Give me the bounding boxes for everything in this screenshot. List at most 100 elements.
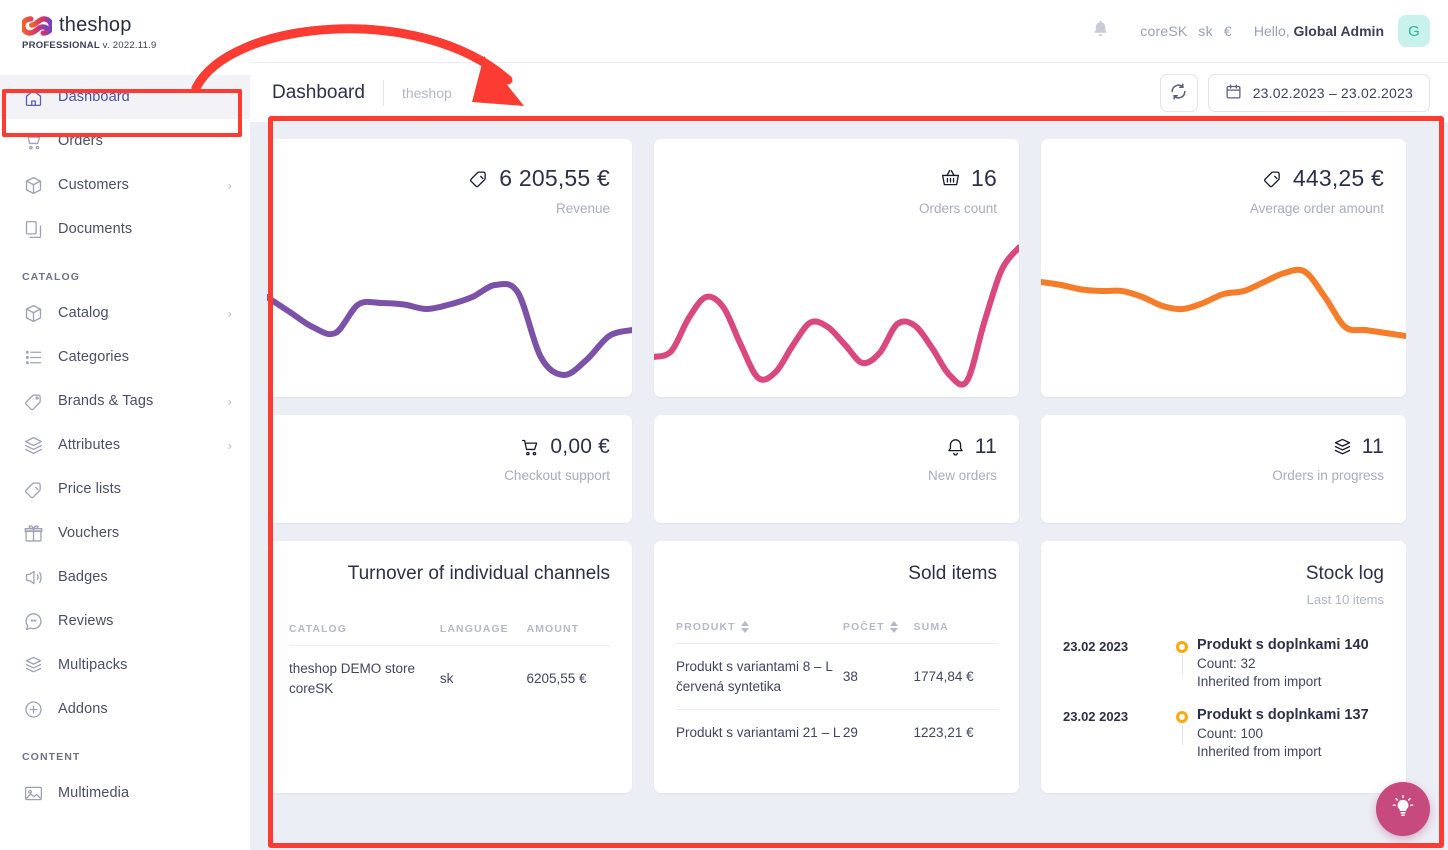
sidebar-item-badges[interactable]: Badges — [0, 555, 250, 599]
stock-log-panel: Stock log Last 10 items 23.02 2023 Produkt … — [1041, 541, 1406, 793]
sidebar-item-label: Multipacks — [58, 657, 128, 673]
app-root: theshop PROFESSIONAL v. 2022.11.9 Dashbo… — [0, 0, 1448, 850]
kpi-label: Orders count — [918, 201, 997, 216]
column-header[interactable]: SUMA — [914, 621, 997, 644]
kpi-card[interactable]: 6 205,55 € Revenue — [267, 139, 632, 397]
sidebar-item-catalog[interactable]: Catalog › — [0, 291, 250, 335]
kpi-value: 0,00 € — [550, 435, 610, 458]
sidebar-item-categories[interactable]: Categories — [0, 335, 250, 379]
sort-icon[interactable] — [889, 621, 898, 634]
kpi-card-small[interactable]: 11 Orders in progress — [1041, 415, 1406, 523]
basket-icon — [940, 168, 961, 189]
column-header[interactable]: CATALOG — [289, 623, 440, 646]
kpi-card[interactable]: 16 Orders count — [654, 139, 1019, 397]
page-title: Dashboard — [272, 81, 365, 103]
help-tips-button[interactable] — [1376, 782, 1430, 836]
table-cell: 1774,84 € — [913, 643, 997, 710]
kpi-label: Checkout support — [504, 468, 610, 483]
chevron-right-icon: › — [227, 437, 232, 453]
table-cell: theshop DEMO store coreSK — [289, 645, 440, 712]
multipack-icon — [22, 654, 44, 676]
kpi-content: 11 New orders — [654, 415, 1019, 483]
media-icon — [22, 782, 44, 804]
kpi-value-row: 443,25 € — [1063, 165, 1384, 192]
greeting-prefix: Hello, — [1253, 23, 1290, 39]
stock-log-entry[interactable]: 23.02 2023 Produkt s doplnkami 137 Count: … — [1063, 707, 1384, 759]
panel-title: Sold items — [908, 563, 997, 584]
sidebar-item-reviews[interactable]: Reviews — [0, 599, 250, 643]
sidebar-item-addons[interactable]: Addons — [0, 687, 250, 731]
sidebar-item-label: Price lists — [58, 481, 122, 497]
cart-icon — [22, 130, 44, 152]
column-header[interactable]: LANGUAGE — [440, 623, 527, 646]
kpi-value-row: 16 — [676, 165, 997, 192]
column-header-label: SUMA — [913, 621, 949, 634]
brand-logo[interactable]: theshop PROFESSIONAL v. 2022.11.9 — [0, 0, 250, 51]
sidebar-item-label: Documents — [58, 221, 133, 237]
sort-icon[interactable] — [740, 621, 749, 634]
main-area: coreSK sk € Hello, Global Admin G Dashbo… — [250, 0, 1448, 850]
stock-log-entry[interactable]: 23.02 2023 Produkt s doplnkami 140 Count: … — [1063, 637, 1384, 689]
stock-log-date: 23.02 2023 — [1063, 709, 1129, 724]
kpi-label: Orders in progress — [1272, 468, 1384, 483]
page-header: Dashboard theshop 23.02.2023 – 23.02.202… — [250, 62, 1448, 122]
stock-log-count: Count: 32 — [1197, 656, 1256, 671]
kpi-content: 6 205,55 € Revenue — [267, 139, 632, 216]
panel-header: Stock log Last 10 items — [1041, 541, 1406, 607]
column-header[interactable]: POČET — [843, 621, 914, 644]
chevron-right-icon: › — [227, 305, 232, 321]
kpi-content: 11 Orders in progress — [1041, 415, 1406, 483]
comment-icon — [22, 610, 44, 632]
sidebar-item-vouchers[interactable]: Vouchers — [0, 511, 250, 555]
table-cell: sk — [439, 645, 527, 712]
sidebar-item-label: Multimedia — [58, 785, 130, 801]
sidebar-item-customers[interactable]: Customers › — [0, 163, 250, 207]
bell-icon[interactable] — [1091, 19, 1110, 43]
sidebar-item-orders[interactable]: Orders — [0, 119, 250, 163]
sidebar: theshop PROFESSIONAL v. 2022.11.9 Dashbo… — [0, 0, 250, 850]
documents-icon — [22, 218, 44, 240]
pricetag-icon — [1262, 168, 1283, 189]
brand-edition: PROFESSIONAL — [22, 40, 100, 51]
sold-items-panel: Sold items PRODUKT POČET SUMA Produkt s vari… — [654, 541, 1019, 793]
kpi-card-small[interactable]: 0,00 € Checkout support — [267, 415, 632, 523]
table-cell: 1223,21 € — [913, 709, 997, 756]
table-row[interactable]: Produkt s variantami 8 – L červená synte… — [676, 643, 997, 710]
topbar: coreSK sk € Hello, Global Admin G — [250, 0, 1448, 62]
refresh-button[interactable] — [1159, 73, 1198, 112]
sidebar-item-label: Attributes — [58, 437, 121, 453]
sidebar-item-documents[interactable]: Documents — [0, 207, 250, 251]
timeline-line — [1182, 725, 1183, 745]
panel-header: Turnover of individual channels — [267, 541, 632, 585]
sidebar-section-label: CONTENT — [22, 751, 81, 763]
date-range-picker[interactable]: 23.02.2023 – 23.02.2023 — [1207, 73, 1430, 112]
kpi-card-small[interactable]: 11 New orders — [654, 415, 1019, 523]
box-icon — [22, 302, 44, 324]
context-shop[interactable]: coreSK — [1140, 23, 1187, 39]
context-currency[interactable]: € — [1224, 23, 1232, 39]
column-header[interactable]: AMOUNT — [527, 623, 610, 646]
panel-title: Turnover of individual channels — [347, 563, 610, 584]
sidebar-item-multimedia[interactable]: Multimedia — [0, 771, 250, 815]
brand-name: theshop — [59, 14, 132, 36]
pricetag-icon — [468, 168, 489, 189]
context-language[interactable]: sk — [1198, 23, 1212, 39]
kpi-value-row: 6 205,55 € — [289, 165, 610, 192]
sidebar-item-attributes[interactable]: Attributes › — [0, 423, 250, 467]
sidebar-item-label: Dashboard — [58, 89, 130, 105]
sidebar-item-price-lists[interactable]: Price lists — [0, 467, 250, 511]
table-row[interactable]: Produkt s variantami 21 – L 29 1223,21 € — [676, 709, 997, 756]
timeline-marker — [1167, 637, 1197, 675]
table-row[interactable]: theshop DEMO store coreSK sk 6205,55 € — [289, 645, 610, 712]
stock-log-body: Produkt s doplnkami 137 Count: 100 Inherit… — [1197, 707, 1384, 759]
column-header[interactable]: PRODUKT — [676, 621, 843, 644]
sidebar-item-dashboard[interactable]: Dashboard — [0, 75, 250, 119]
kpi-content: 16 Orders count — [654, 139, 1019, 216]
kpi-card[interactable]: 443,25 € Average order amount — [1041, 139, 1406, 397]
avatar[interactable]: G — [1398, 15, 1430, 47]
context-switcher[interactable]: coreSK sk € — [1140, 23, 1232, 39]
sidebar-item-multipacks[interactable]: Multipacks — [0, 643, 250, 687]
kpi-value: 11 — [974, 435, 997, 458]
sidebar-item-brands-tags[interactable]: Brands & Tags › — [0, 379, 250, 423]
sidebar-item-label: Badges — [58, 569, 108, 585]
